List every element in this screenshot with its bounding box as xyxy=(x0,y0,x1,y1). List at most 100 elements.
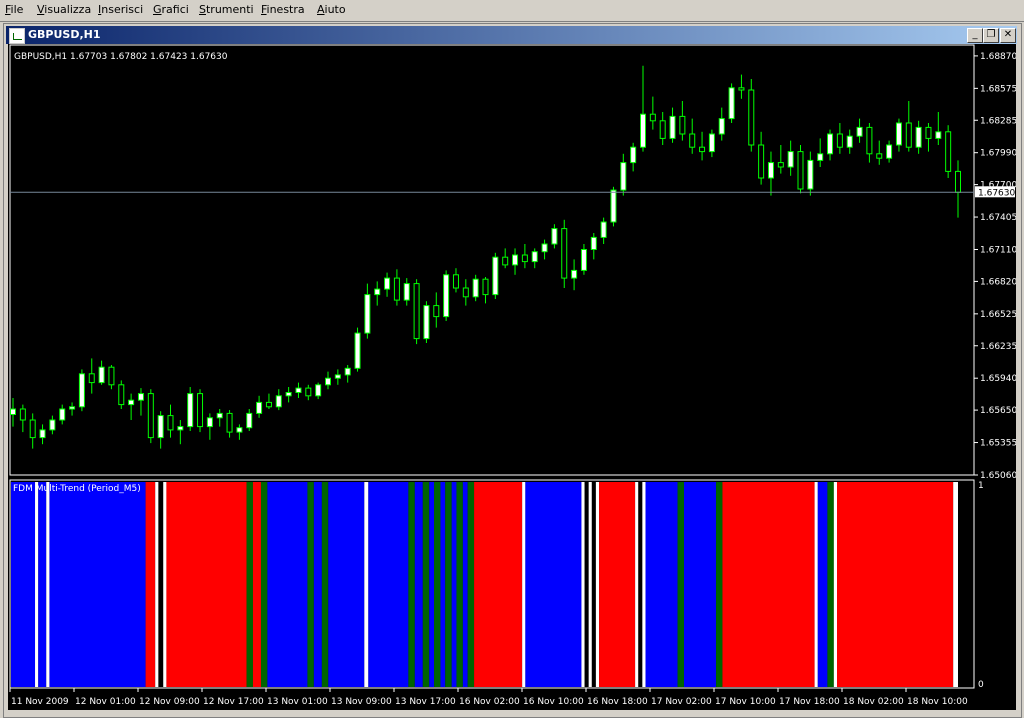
price-chart-svg[interactable]: 1.688701.685751.682851.679901.677001.674… xyxy=(8,44,1016,710)
candle-body xyxy=(10,408,16,415)
indicator-bar xyxy=(321,482,329,687)
candle-body xyxy=(846,135,853,148)
candle-body xyxy=(620,162,627,191)
indicator-bar xyxy=(260,482,268,687)
candle-body xyxy=(246,412,253,429)
candle-body xyxy=(256,401,263,414)
time-tick-label: 13 Nov 17:00 xyxy=(395,697,456,707)
menu-strumenti[interactable]: Strumenti xyxy=(199,3,254,16)
candle-body xyxy=(157,415,164,439)
candle-body xyxy=(443,274,450,318)
candle-body xyxy=(777,162,784,168)
indicator-bar xyxy=(440,482,446,687)
price-tick-label: 1.66235 xyxy=(980,342,1016,352)
time-tick-label: 17 Nov 18:00 xyxy=(779,697,840,707)
candle-body xyxy=(462,287,469,298)
price-tick-label: 1.66525 xyxy=(980,310,1016,320)
candle-body xyxy=(630,146,637,164)
chart-area[interactable]: 1.68870 1.68575 1.68285 1.67990 1.67700 1.674… xyxy=(8,44,1016,710)
time-tick-label: 12 Nov 17:00 xyxy=(203,697,264,707)
indicator-bar xyxy=(414,482,423,687)
indicator-scale-top: 1 xyxy=(978,481,984,491)
candle-body xyxy=(137,393,144,401)
candle-body xyxy=(561,228,568,279)
menu-aiuto[interactable]: Aiuto xyxy=(317,3,346,16)
candle-body xyxy=(206,417,213,428)
indicator-bar xyxy=(827,482,834,687)
indicator-bar xyxy=(163,482,167,687)
time-tick-label: 17 Nov 02:00 xyxy=(651,697,712,707)
indicator-bar xyxy=(638,482,643,687)
candle-body xyxy=(797,151,804,190)
indicator-bar xyxy=(445,482,452,687)
candle-body xyxy=(955,170,961,193)
candle-body xyxy=(482,278,489,296)
candle-body xyxy=(315,384,322,397)
candle-body xyxy=(758,144,765,179)
menu-file[interactable]: File xyxy=(5,3,23,16)
price-tick-label: 1.65650 xyxy=(980,406,1016,416)
candle-body xyxy=(856,126,863,137)
menu-finestra[interactable]: Finestra xyxy=(261,3,305,16)
indicator-bar xyxy=(49,482,146,687)
candle-body xyxy=(364,294,371,334)
indicator-scale-bottom: 0 xyxy=(978,680,984,690)
minimize-button[interactable]: _ xyxy=(967,28,983,43)
indicator-bar xyxy=(591,482,596,687)
candle-body xyxy=(876,153,883,159)
candle-body xyxy=(325,377,331,386)
candle-body xyxy=(167,415,174,431)
candle-body xyxy=(699,146,706,153)
candle-body xyxy=(817,153,824,161)
close-button[interactable]: ✕ xyxy=(1000,28,1016,43)
candle-body xyxy=(836,133,843,148)
time-tick-label: 13 Nov 01:00 xyxy=(267,697,328,707)
candle-body xyxy=(925,126,932,139)
candle-body xyxy=(541,243,548,253)
candle-body xyxy=(147,393,154,439)
candle-body xyxy=(571,269,578,279)
indicator-bar xyxy=(46,482,50,687)
price-tick-label: 1.68575 xyxy=(980,84,1016,94)
candle-body xyxy=(118,384,125,406)
candle-body xyxy=(610,189,617,223)
candle-body xyxy=(39,429,46,439)
time-tick-label: 13 Nov 09:00 xyxy=(331,697,392,707)
indicator-bar xyxy=(817,482,828,687)
indicator-bar xyxy=(599,482,636,687)
price-tick-label: 1.65940 xyxy=(980,374,1016,384)
candle-body xyxy=(728,87,735,120)
menu-visualizza[interactable]: Visualizza xyxy=(37,3,91,16)
candle-body xyxy=(29,419,36,439)
menu-inserisci[interactable]: Inserisci xyxy=(98,3,143,16)
candle-body xyxy=(187,393,194,428)
candle-body xyxy=(640,113,646,148)
indicator-bar xyxy=(328,482,365,687)
menu-grafici[interactable]: Grafici xyxy=(153,3,189,16)
candle-body xyxy=(767,162,774,179)
candle-body xyxy=(59,408,66,421)
window-titlebar[interactable]: GBPUSD,H1 _ ❐ ✕ xyxy=(6,26,1017,44)
indicator-bar xyxy=(722,482,815,687)
indicator-bar xyxy=(35,482,39,687)
indicator-bar xyxy=(145,482,156,687)
indicator-bar xyxy=(158,482,164,687)
restore-button[interactable]: ❐ xyxy=(983,28,999,43)
candle-body xyxy=(49,419,56,431)
chart-info-line: GBPUSD,H1 1.67703 1.67802 1.67423 1.6763… xyxy=(14,52,228,62)
candle-body xyxy=(551,228,558,245)
indicator-bar xyxy=(833,482,838,687)
price-tick-label: 1.67990 xyxy=(980,149,1016,159)
indicator-bar xyxy=(814,482,818,687)
candle-body xyxy=(403,283,410,301)
candle-body xyxy=(669,115,676,139)
candle-body xyxy=(305,387,312,397)
candle-body xyxy=(128,399,135,406)
indicator-bar xyxy=(522,482,526,687)
indicator-bar xyxy=(683,482,717,687)
indicator-bar xyxy=(716,482,723,687)
candle-body xyxy=(472,278,479,298)
candle-body xyxy=(679,115,686,135)
candle-body xyxy=(895,122,902,146)
candle-body xyxy=(748,89,755,146)
